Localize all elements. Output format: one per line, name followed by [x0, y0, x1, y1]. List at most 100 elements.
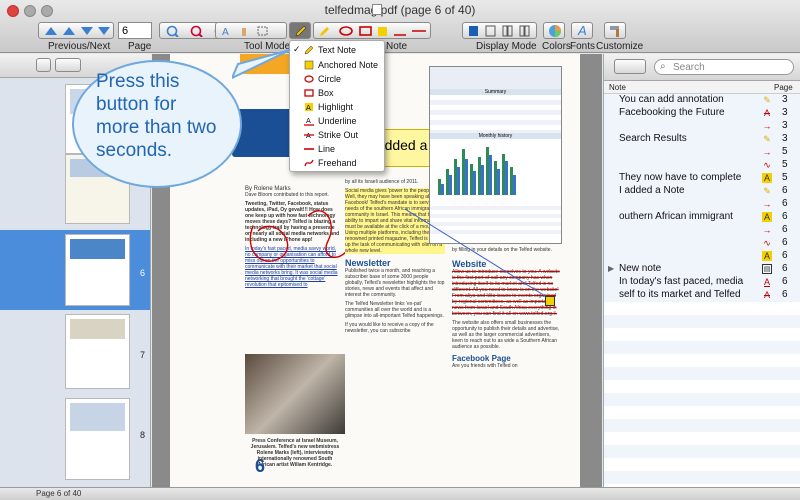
- sidebar-view-button[interactable]: [55, 58, 81, 72]
- note-page: 5: [782, 146, 788, 157]
- pencil-icon: ✎: [763, 95, 771, 105]
- menu-item-strike-out[interactable]: A Strike Out: [290, 128, 386, 143]
- menu-item-underline[interactable]: A Underline: [290, 114, 386, 129]
- svg-text:A: A: [306, 104, 311, 112]
- svg-text:A: A: [306, 132, 311, 140]
- note-page: 6: [782, 224, 788, 235]
- menu-item-anchored-note[interactable]: Anchored Note: [290, 58, 386, 73]
- annotation-icons: [320, 26, 426, 36]
- tool-mode-control[interactable]: A: [215, 22, 287, 39]
- display-mode-label: Display Mode: [476, 41, 537, 52]
- svg-text:A: A: [222, 27, 229, 37]
- search-field[interactable]: ⌕ Search: [654, 59, 794, 75]
- customize-button[interactable]: [604, 22, 626, 39]
- bar-chart-graphic: [438, 147, 516, 195]
- arrow-icon: →: [762, 121, 772, 131]
- press-photo: [245, 354, 345, 434]
- circle-icon: [304, 75, 314, 83]
- note-page: 6: [782, 263, 788, 274]
- note-row[interactable]: Facebooking the Future A 3: [604, 107, 800, 120]
- annotation-tool-menu: ✓ Text Note Anchored Note Circle Box A H…: [289, 40, 385, 172]
- disclosure-triangle-icon[interactable]: ▶: [608, 264, 614, 273]
- note-text: self to its market and Telfed: [619, 289, 741, 300]
- menu-item-text-note[interactable]: ✓ Text Note: [290, 43, 386, 58]
- menu-item-highlight[interactable]: A Highlight: [290, 100, 386, 115]
- note-page: 6: [782, 250, 788, 261]
- pdf-document-icon: [372, 4, 382, 15]
- annotation-tools[interactable]: [313, 22, 431, 39]
- colors-label: Colors: [542, 41, 571, 52]
- menu-item-freehand[interactable]: Freehand: [290, 156, 386, 171]
- svg-text:A: A: [306, 117, 311, 125]
- window-title: telfedmag.pdf (page 6 of 40): [324, 3, 476, 17]
- note-row[interactable]: A6: [604, 250, 800, 263]
- box-icon: [304, 89, 314, 97]
- highlight-icon: A: [762, 251, 772, 261]
- status-bar: Page 6 of 40: [0, 487, 800, 500]
- pencil-icon: ✎: [763, 186, 771, 196]
- color-wheel-icon: [549, 25, 561, 37]
- fonts-button[interactable]: A: [571, 22, 593, 39]
- page-number-field[interactable]: 6: [118, 22, 152, 39]
- column-note-header[interactable]: Note: [609, 83, 626, 92]
- note-text: outhern African immigrant: [619, 211, 733, 222]
- anchored-note-icon[interactable]: [545, 296, 555, 306]
- line-annotation: [404, 208, 551, 300]
- note-page: 6: [782, 289, 788, 300]
- note-row[interactable]: outhern African immigrant A 6: [604, 211, 800, 224]
- customize-label: Customize: [596, 41, 644, 52]
- freehand-icon: ∿: [763, 160, 771, 170]
- note-row[interactable]: ∿ 6: [604, 237, 800, 250]
- note-page: 6: [782, 276, 788, 287]
- note-row[interactable]: You can add annotation ✎ 3: [604, 94, 800, 107]
- thumbnail-number: 6: [140, 268, 146, 278]
- note-page: 6: [782, 237, 788, 248]
- thumbnail-page-7[interactable]: [65, 314, 130, 389]
- dashboard-header: [430, 67, 561, 89]
- note-page: 3: [782, 94, 788, 105]
- note-row[interactable]: → 6: [604, 224, 800, 237]
- note-row[interactable]: ∿ 5: [604, 159, 800, 172]
- underline-icon: A: [763, 277, 770, 287]
- arrow-icon: →: [762, 199, 772, 209]
- note-row[interactable]: Search Results ✎ 3: [604, 133, 800, 146]
- sidebar-toggle-button[interactable]: [36, 58, 51, 72]
- anchored-note-icon: [304, 60, 314, 70]
- note-row[interactable]: They now have to complete A 5: [604, 172, 800, 185]
- arrow-icon: →: [762, 225, 772, 235]
- note-text: They now have to complete: [619, 172, 742, 183]
- colors-button[interactable]: [543, 22, 565, 39]
- note-row[interactable]: In today's fast paced, media A 6: [604, 276, 800, 289]
- note-text: New note: [619, 263, 662, 274]
- tool-mode-icons: A: [222, 26, 268, 37]
- menu-item-line[interactable]: Line: [290, 142, 386, 157]
- note-text: Facebooking the Future: [619, 107, 725, 118]
- highlight-icon: A: [762, 173, 772, 183]
- note-text: You can add annotation: [619, 94, 724, 105]
- col3-paragraph: The website also offers small businesses…: [452, 320, 560, 350]
- notes-panel: ⌕ Search Note Page You can add annotatio…: [603, 54, 800, 487]
- note-row[interactable]: → 3: [604, 120, 800, 133]
- notes-view-toggle[interactable]: [614, 59, 646, 74]
- callout-pointer: [232, 49, 291, 80]
- display-mode-control[interactable]: [462, 22, 537, 39]
- note-row[interactable]: → 6: [604, 198, 800, 211]
- arrow-icon: →: [762, 147, 772, 157]
- note-icon: ▤: [762, 264, 772, 274]
- previous-next-control[interactable]: [38, 22, 114, 39]
- menu-item-circle[interactable]: Circle: [290, 72, 386, 87]
- thumbnail-page-6[interactable]: [65, 234, 130, 306]
- column-page-header[interactable]: Page: [774, 83, 793, 92]
- note-tool-button[interactable]: [289, 22, 311, 39]
- thumbnail-number: 7: [140, 350, 146, 360]
- note-row[interactable]: ▶ New note ▤ 6: [604, 263, 800, 276]
- thumbnail-page-8[interactable]: [65, 398, 130, 480]
- note-text: I added a Note: [619, 185, 685, 196]
- thumbnail-number: 8: [140, 430, 146, 440]
- note-row[interactable]: → 5: [604, 146, 800, 159]
- text-note-icon: [304, 45, 314, 55]
- menu-item-box[interactable]: Box: [290, 86, 386, 101]
- hammer-icon: [610, 26, 619, 37]
- note-row[interactable]: self to its market and Telfed A 6: [604, 289, 800, 302]
- note-row[interactable]: I added a Note ✎ 6: [604, 185, 800, 198]
